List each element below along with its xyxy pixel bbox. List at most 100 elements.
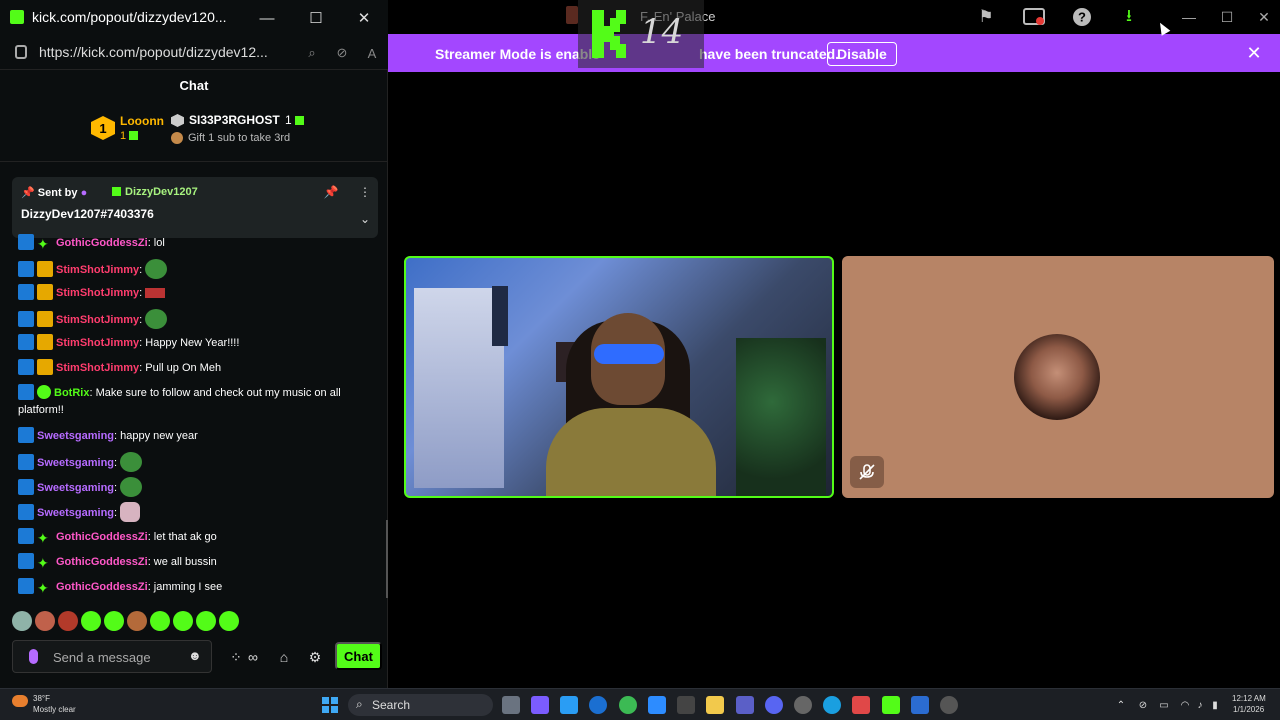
app-icon-maps[interactable]: [852, 696, 870, 714]
clock-date[interactable]: 1/1/2026: [1233, 705, 1264, 714]
app-icon-store[interactable]: [677, 696, 695, 714]
chat-text: :: [114, 507, 118, 519]
app-close-button[interactable]: ✕: [1254, 8, 1274, 26]
guest-video-tile[interactable]: [842, 256, 1274, 498]
app-icon-streamlabs[interactable]: [911, 696, 929, 714]
emote-icon[interactable]: [173, 611, 193, 631]
volume-icon[interactable]: ♪: [1193, 698, 1207, 712]
chat-username[interactable]: GothicGoddessZi: [56, 556, 148, 568]
vip-badge-icon: ✦: [37, 236, 49, 252]
community-icon[interactable]: ⁘: [227, 648, 245, 666]
app-icon-edge[interactable]: [823, 696, 841, 714]
chat-username[interactable]: StimShotJimmy: [56, 314, 139, 326]
tray-network-off-icon[interactable]: ⊘: [1136, 698, 1150, 712]
streamer-mode-banner: Streamer Mode is enable have been trunca…: [388, 34, 1280, 72]
app-icon-settings[interactable]: [794, 696, 812, 714]
chat-username[interactable]: GothicGoddessZi: [56, 237, 148, 249]
chat-username[interactable]: Sweetsgaming: [37, 507, 114, 519]
emote-icon[interactable]: [127, 611, 147, 631]
read-aloud-icon[interactable]: A: [362, 44, 382, 62]
emote-icon[interactable]: [104, 611, 124, 631]
url-text[interactable]: https://kick.com/popout/dizzydev12...: [39, 44, 268, 60]
chat-username[interactable]: BotRix: [54, 387, 89, 399]
battery-icon[interactable]: ▮: [1208, 698, 1222, 712]
pinned-message[interactable]: 📌 Sent by ● DizzyDev1207 DizzyDev1207#74…: [12, 177, 378, 238]
emote-icon[interactable]: [219, 611, 239, 631]
app-icon-media[interactable]: [940, 696, 958, 714]
app-icon-edge-dev[interactable]: [560, 696, 578, 714]
emote-icon[interactable]: [12, 611, 32, 631]
more-options-icon[interactable]: ⋮: [356, 183, 374, 201]
taskbar-search[interactable]: ⌕ Search: [348, 694, 493, 716]
weather-temp[interactable]: 38°F: [33, 694, 50, 703]
pinned-sent-by-label: Sent by: [37, 187, 78, 199]
app-icon-teams[interactable]: [736, 696, 754, 714]
pepe-emote-icon: [145, 309, 168, 329]
tray-overflow-icon[interactable]: ⌃: [1114, 698, 1128, 712]
task-view-icon[interactable]: [502, 696, 520, 714]
app-icon-copilot[interactable]: [531, 696, 549, 714]
start-icon[interactable]: [322, 697, 338, 713]
app-icon-discord[interactable]: [765, 696, 783, 714]
moderator-badge-icon: [18, 334, 34, 350]
help-icon[interactable]: ?: [1070, 6, 1094, 28]
popout-close-button[interactable]: ✕: [353, 8, 375, 28]
chat-username[interactable]: StimShotJimmy: [56, 337, 139, 349]
address-bar[interactable]: https://kick.com/popout/dizzydev12... ⌕ …: [0, 36, 388, 70]
wifi-icon[interactable]: ◠: [1178, 698, 1192, 712]
chat-username[interactable]: GothicGoddessZi: [56, 581, 148, 593]
close-banner-icon[interactable]: ✕: [1243, 42, 1265, 64]
gear-icon[interactable]: ⚙: [306, 648, 324, 666]
chat-scrollbar[interactable]: [386, 520, 388, 598]
emote-icon[interactable]: [58, 611, 78, 631]
send-chat-button[interactable]: Chat: [335, 642, 382, 670]
clock-time[interactable]: 12:12 AM: [1232, 694, 1266, 703]
tracking-prevention-icon[interactable]: ⊘: [332, 44, 352, 62]
app-icon-zoom[interactable]: [648, 696, 666, 714]
disable-streamer-mode-button[interactable]: Disable: [827, 42, 897, 66]
chat-text: :: [114, 457, 118, 469]
chat-input-box[interactable]: ☻: [12, 640, 212, 673]
popout-minimize-button[interactable]: —: [256, 8, 278, 28]
tray-app-icon[interactable]: ▭: [1157, 698, 1171, 712]
app-maximize-button[interactable]: ☐: [1217, 8, 1237, 26]
chat-messages[interactable]: ✦ GothicGoddessZi: lol StimShotJimmy: Sti…: [0, 234, 386, 600]
screen-record-icon[interactable]: [1022, 6, 1046, 28]
app-icon-explorer[interactable]: [706, 696, 724, 714]
chat-input[interactable]: [53, 647, 183, 667]
emote-icon[interactable]: [35, 611, 55, 631]
emote-icon[interactable]: [150, 611, 170, 631]
zoom-icon[interactable]: ⌕: [302, 44, 322, 62]
pinned-user[interactable]: DizzyDev1207: [109, 186, 198, 198]
flag-icon[interactable]: ⚑: [974, 6, 998, 28]
chat-username[interactable]: Sweetsgaming: [37, 457, 114, 469]
app-icon-hp[interactable]: [589, 696, 607, 714]
chat-username[interactable]: StimShotJimmy: [56, 264, 139, 276]
moderator-badge-icon: [18, 384, 34, 400]
chevron-down-icon[interactable]: ⌄: [356, 210, 374, 228]
popout-maximize-button[interactable]: ☐: [305, 8, 327, 28]
download-icon[interactable]: ⭳: [1117, 6, 1141, 28]
pin-icon[interactable]: 📌: [322, 183, 340, 201]
vip-badge-icon: ✦: [37, 580, 49, 596]
chat-username[interactable]: StimShotJimmy: [56, 362, 139, 374]
chat-username[interactable]: Sweetsgaming: [37, 482, 114, 494]
weather-description[interactable]: Mostly clear: [33, 705, 76, 714]
chat-username[interactable]: GothicGoddessZi: [56, 531, 148, 543]
leader-second-count-value: 1: [285, 113, 292, 127]
chat-username[interactable]: StimShotJimmy: [56, 287, 139, 299]
emote-icon[interactable]: [81, 611, 101, 631]
streamer-video-tile[interactable]: [404, 256, 834, 498]
app-minimize-button[interactable]: —: [1179, 8, 1199, 26]
leader-first-name[interactable]: Looonn: [120, 114, 164, 128]
weather-icon[interactable]: [12, 695, 28, 707]
leader-second-name[interactable]: SI33P3RGHOST: [189, 113, 280, 127]
chat-username[interactable]: Sweetsgaming: [37, 430, 114, 442]
emoji-icon[interactable]: ☻: [188, 648, 202, 663]
mic-icon[interactable]: [29, 649, 38, 664]
app-icon-kick[interactable]: [882, 696, 900, 714]
emote-icon[interactable]: [196, 611, 216, 631]
infinity-icon[interactable]: ∞: [244, 648, 262, 666]
app-icon-chrome[interactable]: [619, 696, 637, 714]
store-icon[interactable]: ⌂: [275, 648, 293, 666]
